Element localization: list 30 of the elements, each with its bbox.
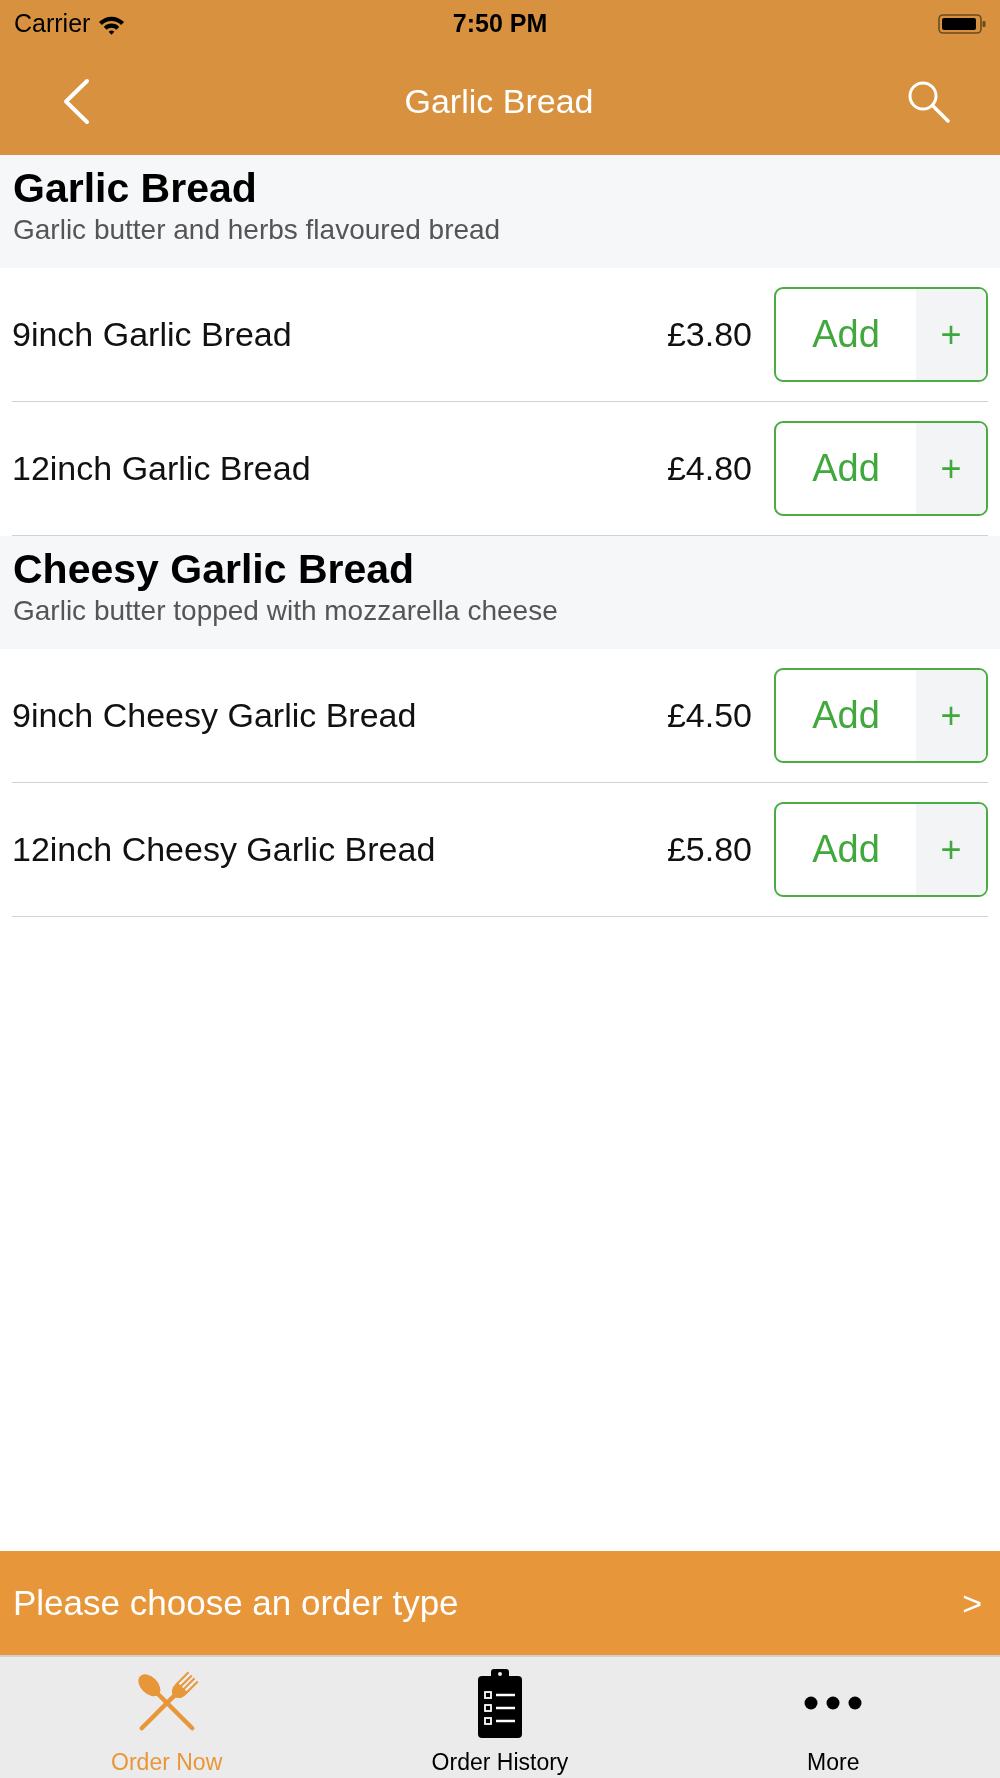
item-price: £5.80 [666,829,752,870]
item-price: £3.80 [666,314,752,355]
carrier-name: Carrier [14,8,91,40]
more-dots-icon [804,1696,863,1710]
order-type-bar[interactable]: Please choose an order type > [0,1551,1000,1657]
screen-title: Garlic Bread [404,81,594,122]
clipboard-list-icon [476,1667,524,1739]
section-title: Cheesy Garlic Bread [13,546,416,594]
battery-icon [938,14,986,34]
add-button[interactable]: Add + [774,668,988,763]
item-name: 9inch Cheesy Garlic Bread [12,695,418,736]
section-description: Garlic butter and herbs flavoured bread [13,213,502,248]
add-button[interactable]: Add + [774,421,988,516]
search-button[interactable] [907,80,950,123]
item-price: £4.50 [666,695,752,736]
back-chevron-icon [62,78,91,125]
add-button[interactable]: Add + [774,287,988,382]
tab-bar-item[interactable]: More [666,1657,1000,1778]
item-name: 12inch Cheesy Garlic Bread [12,829,437,870]
search-icon [907,80,950,123]
item-price: £4.80 [666,448,752,489]
status-time: 7:50 PM [452,8,548,40]
item-name: 9inch Garlic Bread [12,314,293,355]
item-name: 12inch Garlic Bread [12,448,312,489]
add-button[interactable]: Add + [774,802,988,897]
tab-bar-item[interactable]: Order Now [0,1657,334,1778]
section-title: Garlic Bread [13,165,258,213]
back-button[interactable] [62,78,91,125]
tab-bar-item[interactable]: Order History [333,1657,667,1778]
section-description: Garlic butter topped with mozzarella cheese [13,594,559,629]
